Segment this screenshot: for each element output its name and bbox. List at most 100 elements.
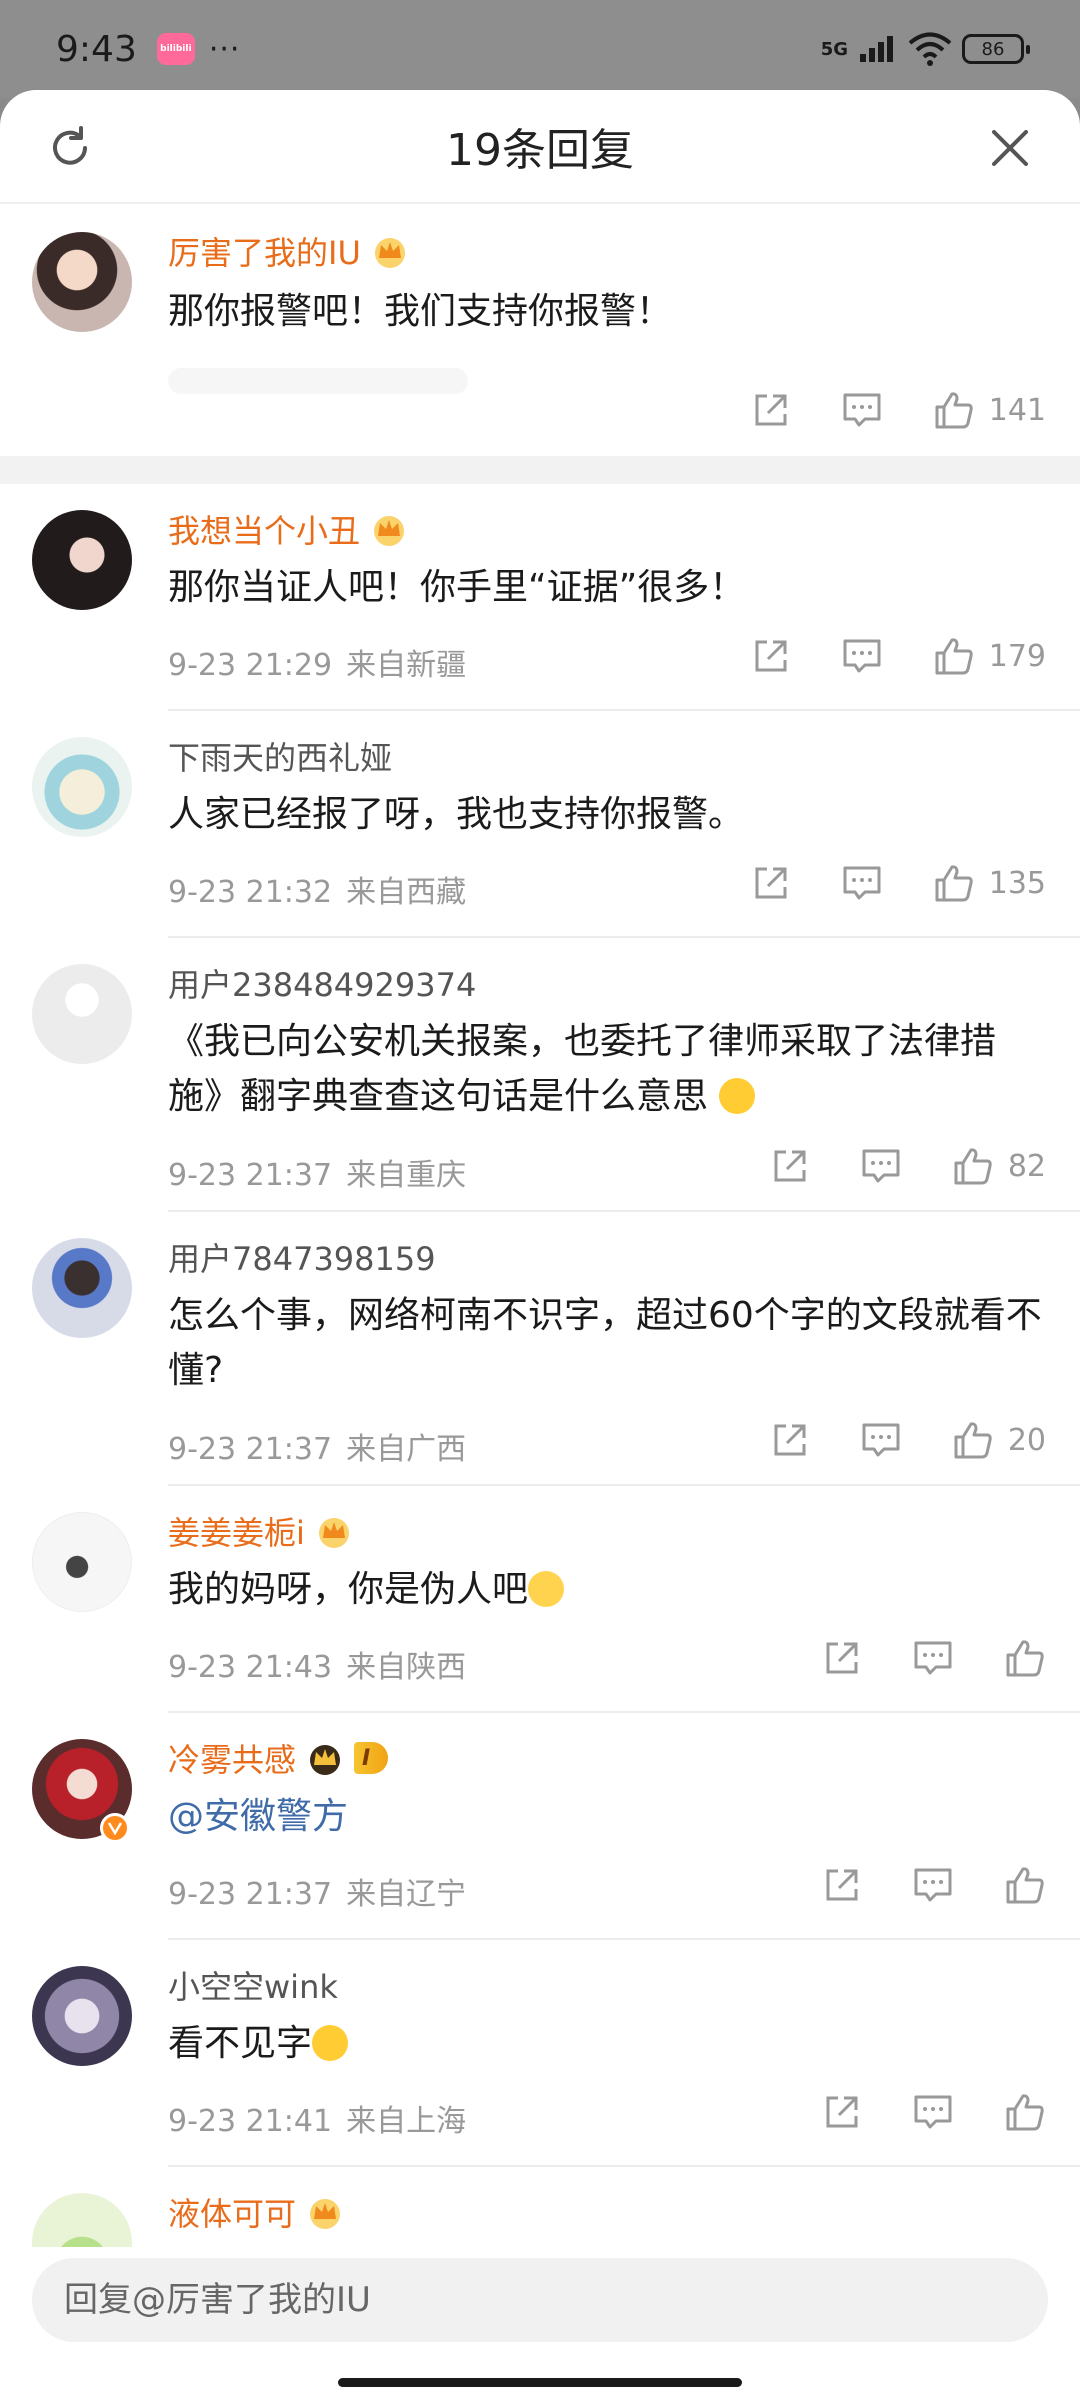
reply-input-container[interactable] [32, 2258, 1048, 2342]
top-comment: 厉害了我的IU 那你报警吧！我们支持你报警！ 141 [0, 204, 1080, 456]
avatar[interactable] [32, 1238, 132, 1338]
reply-item: 用户238484929374 《我已向公安机关报案，也委托了律师采取了法律措施》… [0, 938, 1080, 1212]
share-icon [755, 640, 787, 672]
thumbs-up-icon [1006, 1867, 1044, 1904]
comment-meta: 9-23 21:37 来自重庆 [168, 1158, 467, 1193]
comment-button[interactable] [860, 1146, 902, 1186]
share-button[interactable] [751, 863, 791, 903]
reply-item: 姜姜姜栀i 我的妈呀，你是伪人吧 9-23 21:43 来自陕西 [0, 1486, 1080, 1713]
reply-item: 小空空wink 看不见字 9-23 21:41 来自上海 [0, 1940, 1080, 2167]
comment-meta: 9-23 21:37 来自辽宁 [168, 1877, 467, 1912]
thumbs-up-icon [935, 392, 973, 429]
comment-icon [914, 2095, 952, 2129]
username[interactable]: 我想当个小丑 [168, 506, 408, 552]
sheet-header: 19条回复 [0, 90, 1080, 204]
thumbs-up-icon [1006, 1640, 1044, 1677]
share-button[interactable] [770, 1420, 810, 1460]
thumbs-up-icon [1006, 2094, 1044, 2131]
share-button[interactable] [822, 1638, 862, 1678]
comment-actions: 82 [720, 1146, 1046, 1186]
comment-button[interactable] [860, 1420, 902, 1460]
like-button[interactable]: 135 [933, 863, 1046, 903]
share-icon [826, 1869, 858, 1901]
avatar[interactable] [32, 2193, 132, 2247]
signal-icon [860, 36, 893, 62]
more-notifications-icon: ··· [208, 31, 241, 67]
status-bar: 9:43 bilibili ··· 5G 86 [0, 0, 1080, 98]
comment-meta: 9-23 21:41 来自上海 [168, 2104, 467, 2139]
laughing-emoji-icon [312, 2025, 349, 2061]
reply-item: 用户7847398159 怎么个事，网络柯南不识字，超过60个字的文段就看不懂?… [0, 1212, 1080, 1486]
replies-sheet: 19条回复 厉害了我的IU 那你报警吧！我们支持你报警！ 141 我想当个小丑 … [0, 90, 1080, 2400]
reply-item: 液体可可 [0, 2167, 1080, 2247]
app-notification-icon: bilibili [156, 33, 195, 65]
refresh-button[interactable] [40, 118, 100, 178]
vip-crown-icon [318, 1518, 349, 1548]
like-button[interactable] [1004, 1865, 1046, 1905]
surprised-emoji-icon [719, 1078, 756, 1114]
comment-button[interactable] [841, 390, 883, 430]
vip-crown-icon [310, 1745, 341, 1775]
comment-actions: 179 [701, 636, 1046, 676]
username[interactable]: 下雨天的西礼娅 [168, 733, 392, 779]
comment-button[interactable] [912, 1638, 954, 1678]
username[interactable]: 姜姜姜栀i [168, 1508, 353, 1554]
section-divider [0, 456, 1080, 484]
thumbs-up-icon [935, 865, 973, 902]
mention-link[interactable]: @安徽警方 [168, 1796, 348, 1837]
like-button[interactable]: 82 [952, 1146, 1046, 1186]
home-indicator[interactable] [338, 2378, 742, 2387]
close-button[interactable] [980, 118, 1040, 178]
wifi-icon [908, 32, 952, 66]
username[interactable]: 用户7847398159 [168, 1234, 436, 1280]
level-badge: I [354, 1742, 389, 1774]
verified-badge-icon [100, 1813, 130, 1843]
avatar[interactable] [32, 1966, 132, 2066]
comment-text: 那你报警吧！我们支持你报警！ [168, 291, 673, 332]
comment-button[interactable] [912, 1865, 954, 1905]
comment-actions [772, 1638, 1046, 1678]
username[interactable]: 小空空wink [168, 1962, 338, 2008]
avatar[interactable] [32, 1512, 132, 1612]
share-button[interactable] [751, 390, 791, 430]
reply-input[interactable] [64, 2280, 1048, 2320]
avatar[interactable] [32, 964, 132, 1064]
like-button[interactable]: 179 [933, 636, 1046, 676]
avatar[interactable] [32, 510, 132, 610]
share-icon [774, 1150, 806, 1182]
username[interactable]: 厉害了我的IU [168, 228, 409, 274]
reply-item: 我想当个小丑 那你当证人吧！你手里“证据”很多！ 9-23 21:29 来自新疆 … [0, 484, 1080, 711]
share-button[interactable] [822, 2092, 862, 2132]
like-button[interactable] [1004, 2092, 1046, 2132]
like-button[interactable]: 20 [952, 1420, 1046, 1460]
vip-crown-icon [374, 238, 405, 268]
comment-button[interactable] [841, 863, 883, 903]
comment-button[interactable] [841, 636, 883, 676]
like-count: 179 [988, 638, 1046, 674]
share-icon [774, 1424, 806, 1456]
username[interactable]: 液体可可 [168, 2189, 344, 2235]
like-count: 20 [1007, 1422, 1046, 1458]
comment-text: 怎么个事，网络柯南不识字，超过60个字的文段就看不懂? [168, 1295, 1042, 1391]
like-button[interactable] [1004, 1638, 1046, 1678]
comment-icon [843, 866, 881, 900]
share-icon [755, 867, 787, 899]
comment-text: 那你当证人吧！你手里“证据”很多！ [168, 567, 746, 608]
thumbs-up-icon [954, 1422, 992, 1459]
username[interactable]: 用户238484929374 [168, 960, 476, 1006]
share-button[interactable] [751, 636, 791, 676]
comment-icon [843, 639, 881, 673]
username[interactable]: 冷雾共感 I [168, 1735, 389, 1781]
avatar[interactable] [32, 737, 132, 837]
comment-text: 我的妈呀，你是伪人吧 [168, 1562, 1048, 1617]
comment-icon [914, 1868, 952, 1902]
comment-text: @安徽警方 [168, 1789, 1048, 1844]
comment-meta: 9-23 21:43 来自陕西 [168, 1650, 467, 1685]
comment-meta: 9-23 21:32 来自西藏 [168, 875, 467, 910]
share-button[interactable] [770, 1146, 810, 1186]
like-button[interactable]: 141 [933, 390, 1046, 430]
comment-text: 《我已向公安机关报案，也委托了律师采取了法律措施》翻字典查查这句话是什么意思 [168, 1021, 997, 1117]
share-button[interactable] [822, 1865, 862, 1905]
avatar[interactable] [32, 232, 132, 332]
comment-button[interactable] [912, 2092, 954, 2132]
